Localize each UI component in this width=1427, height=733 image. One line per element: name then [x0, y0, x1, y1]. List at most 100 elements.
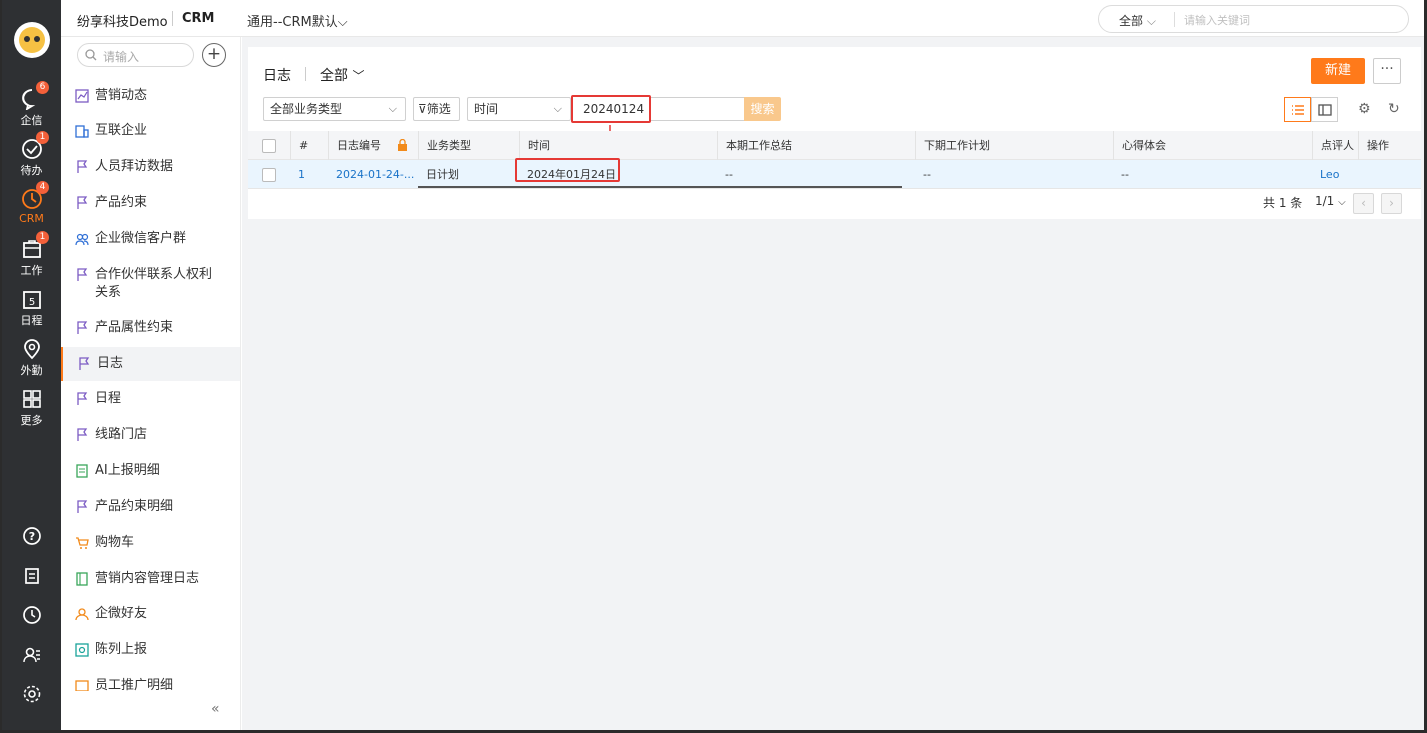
- flag-icon: [77, 428, 88, 441]
- sidebar-item-label: 购物车: [95, 535, 135, 550]
- report-icon: [75, 643, 89, 657]
- rail-item-calendar[interactable]: 5 日程: [2, 284, 61, 330]
- flag-icon: [77, 321, 88, 334]
- sidebar-item-cart[interactable]: 购物车: [61, 526, 240, 560]
- chevron-down-icon: ⌵: [1338, 197, 1346, 208]
- row-reviewer-link[interactable]: Leo: [1312, 160, 1358, 189]
- row-type: 日计划: [426, 168, 459, 181]
- flag-icon: [77, 160, 88, 173]
- select-all-checkbox[interactable]: [262, 139, 276, 153]
- new-button[interactable]: 新建: [1311, 58, 1365, 84]
- filter-button[interactable]: ⊽筛选: [413, 97, 460, 121]
- rail-badge: 1: [36, 131, 49, 144]
- sidebar-item-product-constraint[interactable]: 产品约束: [61, 186, 240, 220]
- rail-item-field[interactable]: 外勤: [2, 334, 61, 380]
- sidebar-search-input[interactable]: 请输入: [77, 43, 194, 67]
- sidebar-item-journal[interactable]: 日志: [61, 347, 240, 381]
- sidebar-item-content-log[interactable]: 营销内容管理日志: [61, 562, 240, 596]
- sidebar-item-label: 产品约束: [95, 195, 148, 210]
- prev-page-button[interactable]: ‹: [1353, 193, 1374, 214]
- column-header-label: 日志编号: [337, 139, 381, 152]
- column-header-number[interactable]: 日志编号: [328, 131, 418, 160]
- search-button[interactable]: 搜索: [744, 97, 781, 121]
- rail-item-qixin[interactable]: 6 企信: [2, 81, 61, 130]
- list-view-button[interactable]: [1284, 97, 1311, 122]
- split-view-button[interactable]: [1311, 97, 1338, 122]
- help-icon[interactable]: ?: [2, 526, 61, 549]
- row-insight: --: [1121, 168, 1129, 181]
- collapse-sidebar-icon[interactable]: «: [211, 701, 220, 717]
- sidebar-item-product-constraint-detail[interactable]: 产品约束明细: [61, 490, 240, 524]
- sidebar-item-connected-enterprise[interactable]: 互联企业: [61, 114, 240, 148]
- row-number-link[interactable]: 2024-01-24-...: [328, 160, 418, 189]
- global-search-input[interactable]: 请输入关键词: [1184, 12, 1250, 28]
- settings-icon[interactable]: ⚙: [1358, 101, 1371, 117]
- cart-icon: [76, 537, 89, 549]
- global-search[interactable]: 全部 ⌵ 请输入关键词: [1098, 5, 1409, 33]
- svg-text:?: ?: [28, 530, 34, 543]
- contacts-icon[interactable]: [2, 645, 61, 668]
- table-row[interactable]: 1 2024-01-24-... 日计划 2024年01月24日 -- -- -…: [248, 160, 1421, 189]
- rail-label: 日程: [20, 314, 43, 327]
- page-value: 1/1: [1315, 194, 1335, 208]
- sidebar-item-label: 产品约束明细: [95, 499, 174, 514]
- clock-icon[interactable]: [2, 605, 61, 628]
- sidebar-item-schedule[interactable]: 日程: [61, 382, 240, 416]
- sidebar-item-label: 合作伙伴联系人权利关系: [95, 267, 213, 300]
- column-header-summary[interactable]: 本期工作总结: [717, 131, 915, 160]
- next-page-button[interactable]: ›: [1381, 193, 1402, 214]
- settings-icon[interactable]: [2, 684, 61, 707]
- sidebar-item-route-store[interactable]: 线路门店: [61, 418, 240, 452]
- view-scope-dropdown[interactable]: 全部 ﹀: [320, 65, 364, 85]
- column-header-reviewer[interactable]: 点评人: [1312, 131, 1358, 160]
- search-input[interactable]: 20240124: [571, 95, 651, 123]
- more-button[interactable]: ···: [1373, 58, 1401, 84]
- global-search-scope[interactable]: 全部 ⌵: [1119, 12, 1156, 29]
- sidebar-item-partner-rights[interactable]: 合作伙伴联系人权利关系: [61, 258, 240, 310]
- sidebar-item-display-report[interactable]: 陈列上报: [61, 633, 240, 667]
- sidebar-item-ai-report[interactable]: AI上报明细: [61, 454, 240, 488]
- sidebar-item-product-attribute[interactable]: 产品属性约束: [61, 311, 240, 345]
- search-input-extension[interactable]: [651, 97, 746, 121]
- sidebar-item-label: 日程: [95, 391, 122, 406]
- column-header-index: #: [290, 131, 328, 160]
- list-icon: [1291, 104, 1304, 115]
- rail-badge: 1: [36, 231, 49, 244]
- column-header-time[interactable]: 时间: [519, 131, 717, 160]
- row-summary: --: [725, 168, 733, 181]
- column-header-plan[interactable]: 下期工作计划: [915, 131, 1113, 160]
- sidebar-item-label: 陈列上报: [95, 642, 148, 657]
- sidebar-item-visit-data[interactable]: 人员拜访数据: [61, 150, 240, 184]
- add-button[interactable]: +: [202, 43, 226, 67]
- sidebar-item-marketing-activity[interactable]: 营销动态: [61, 79, 240, 113]
- rail-item-crm[interactable]: 4 CRM: [2, 181, 61, 230]
- row-action[interactable]: [1358, 160, 1421, 189]
- sidebar-item-wecom-friends[interactable]: 企微好友: [61, 597, 240, 631]
- row-checkbox[interactable]: [262, 168, 276, 182]
- chart-icon: [75, 89, 89, 103]
- sidebar-item-label: AI上报明细: [95, 463, 160, 478]
- page-select[interactable]: 1/1 ⌵: [1315, 194, 1346, 208]
- view-scope-label: 全部: [320, 68, 348, 84]
- app-window: 6 企信 1 待办 4 CRM 1 工作 5 日程 外勤 更多 ? 纷享科技De…: [2, 0, 1424, 730]
- rail-item-more[interactable]: 更多: [2, 384, 61, 430]
- sidebar-item-label: 线路门店: [95, 427, 148, 442]
- scope-dropdown[interactable]: 通用--CRM默认⌵: [247, 11, 348, 30]
- notes-icon[interactable]: [2, 566, 61, 589]
- sidebar-item-wechat-group[interactable]: 企业微信客户群: [61, 222, 240, 256]
- column-header-insight[interactable]: 心得体会: [1113, 131, 1312, 160]
- rail-item-work[interactable]: 1 工作: [2, 231, 61, 280]
- rail-label: 待办: [20, 164, 43, 177]
- app-logo[interactable]: [14, 22, 50, 58]
- refresh-icon[interactable]: ↻: [1388, 101, 1400, 117]
- column-header-type[interactable]: 业务类型: [418, 131, 519, 160]
- scope-label: 通用--CRM默认: [247, 15, 338, 30]
- row-index: 1: [298, 168, 305, 181]
- flag-icon: [77, 500, 88, 513]
- search-field-select[interactable]: 时间 ⌵: [467, 97, 571, 121]
- building-icon: [75, 125, 89, 138]
- business-type-value: 全部业务类型: [270, 102, 343, 116]
- rail-badge: 6: [36, 81, 49, 94]
- rail-item-todo[interactable]: 1 待办: [2, 131, 61, 180]
- business-type-select[interactable]: 全部业务类型 ⌵: [263, 97, 406, 121]
